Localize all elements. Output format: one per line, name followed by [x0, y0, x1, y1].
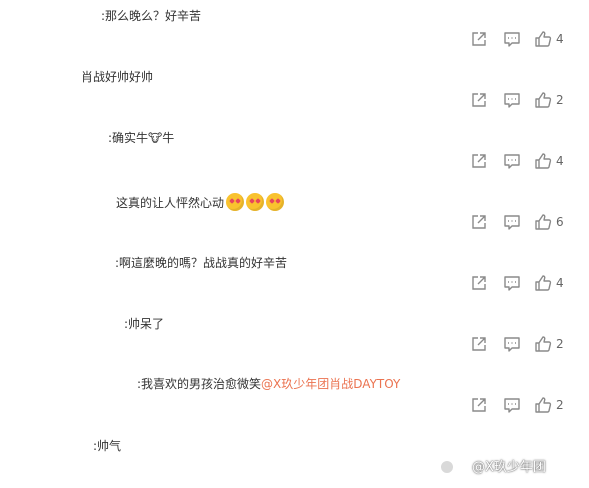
thumbs-up-icon[interactable] [534, 152, 552, 170]
comment-icon[interactable] [503, 274, 521, 292]
comment-text: :帅呆了 [124, 317, 165, 331]
comment-actions: 2 [470, 335, 580, 353]
comment-text-row: :我喜欢的男孩治愈微笑@X玖少年团肖战DAYTOY [137, 375, 400, 393]
thumbs-up-icon[interactable] [534, 30, 552, 48]
watermark-text: @X玖少年团 [472, 460, 546, 475]
share-icon[interactable] [470, 30, 488, 48]
comment-text: :啊這麼晚的嗎？战战真的好辛苦 [115, 256, 288, 270]
comment-item: :帅呆了 2 [0, 305, 589, 366]
like-count: 2 [556, 337, 564, 351]
comment-actions: 4 [470, 30, 580, 48]
mention-link[interactable]: @X玖少年团肖战DAYTOY [261, 377, 400, 391]
comment-icon[interactable] [503, 396, 521, 414]
share-icon[interactable] [470, 213, 488, 231]
share-icon[interactable] [470, 91, 488, 109]
comment-item: :啊這麼晚的嗎？战战真的好辛苦 4 [0, 244, 589, 305]
share-icon[interactable] [470, 335, 488, 353]
comment-text: :我喜欢的男孩治愈微笑 [137, 377, 262, 391]
thumbs-up-icon[interactable] [534, 213, 552, 231]
comment-actions: 4 [470, 152, 580, 170]
comment-item: 肖战好帅好帅 2 [0, 61, 589, 122]
comment-text: :帅气 [93, 439, 122, 453]
comment-icon[interactable] [503, 91, 521, 109]
comment-item: :我喜欢的男孩治愈微笑@X玖少年团肖战DAYTOY 2 [0, 366, 589, 427]
like-count: 2 [556, 398, 564, 412]
comment-icon[interactable] [503, 30, 521, 48]
comment-item: :确实牛🐮牛 4 [0, 122, 589, 183]
heart-eyes-emoji-icon [266, 193, 285, 211]
like-count: 2 [556, 93, 564, 107]
like-count: 4 [556, 32, 564, 46]
share-icon[interactable] [470, 274, 488, 292]
comment-text: 肖战好帅好帅 [81, 70, 154, 84]
watermark-logo-icon [440, 460, 454, 474]
comment-actions: 2 [470, 91, 580, 109]
like-count: 6 [556, 215, 564, 229]
thumbs-up-icon[interactable] [534, 335, 552, 353]
comment-actions: 6 [470, 213, 580, 231]
comment-icon[interactable] [503, 152, 521, 170]
thumbs-up-icon[interactable] [534, 274, 552, 292]
heart-eyes-emoji-icon [226, 193, 245, 211]
comment-item: :那么晚么？好辛苦 4 [0, 0, 589, 61]
comment-text: :那么晚么？好辛苦 [101, 9, 202, 23]
comment-text: 这真的让人怦然心动 [116, 196, 225, 210]
comment-item: 这真的让人怦然心动 6 [0, 183, 589, 244]
comment-actions: 2 [470, 396, 580, 414]
comment-icon[interactable] [503, 335, 521, 353]
share-icon[interactable] [470, 396, 488, 414]
thumbs-up-icon[interactable] [534, 396, 552, 414]
comment-text: :确实牛🐮牛 [108, 131, 175, 145]
comment-text-row: 这真的让人怦然心动 [116, 193, 285, 212]
comment-icon[interactable] [503, 213, 521, 231]
like-count: 4 [556, 154, 564, 168]
heart-eyes-emoji-icon [246, 193, 265, 211]
thumbs-up-icon[interactable] [534, 91, 552, 109]
share-icon[interactable] [470, 152, 488, 170]
like-count: 4 [556, 276, 564, 290]
comment-actions: 4 [470, 274, 580, 292]
